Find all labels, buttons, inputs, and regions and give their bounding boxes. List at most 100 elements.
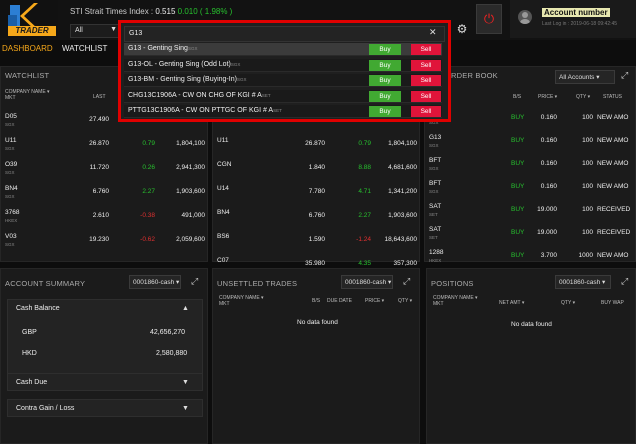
avatar xyxy=(518,10,532,24)
change-percent: -1.24 xyxy=(356,236,371,243)
expand-icon[interactable]: ⤢ xyxy=(621,276,628,287)
volume: 1,903,600 xyxy=(388,212,417,219)
exchange: SGX xyxy=(5,242,15,247)
logout-button[interactable]: ⏻ xyxy=(476,4,502,34)
unsettled-trades-panel: UNSETTLED TRADES 0001860-cash ▾ ⤢ COMPAN… xyxy=(212,268,420,444)
quantity: 100 xyxy=(582,229,593,236)
cash-due-section[interactable]: Cash Due ▼ xyxy=(7,373,203,391)
change-percent: 0.26 xyxy=(142,164,155,171)
expand-icon[interactable]: ⤢ xyxy=(621,70,628,81)
last-price: 27.490 xyxy=(89,116,109,123)
expand-icon[interactable]: ⤢ xyxy=(403,276,410,287)
side: BUY xyxy=(511,229,525,236)
symbol: BS6 xyxy=(217,233,230,240)
result-label: PTTG13C1906A - CW ON PTTGC OF KGI # ASET xyxy=(128,107,282,114)
price: 0.160 xyxy=(540,114,557,121)
search-input[interactable]: G13 xyxy=(124,26,445,42)
buy-button[interactable]: Buy xyxy=(369,59,401,71)
symbol: V03 xyxy=(5,233,17,240)
sell-button[interactable]: Sell xyxy=(411,59,441,71)
quantity: 100 xyxy=(582,137,593,144)
search-result-item[interactable]: G13 - Genting SingSGX Buy Sell xyxy=(124,43,442,56)
sell-button[interactable]: Sell xyxy=(411,44,441,55)
table-row[interactable]: 3768 HKEX 2.610 -0.38 491,000 xyxy=(1,207,209,227)
tab-watchlist[interactable]: WATCHLIST xyxy=(62,44,107,53)
table-row[interactable]: BFT SGX BUY 0.160 100 NEW AMO xyxy=(425,155,636,175)
price: 0.160 xyxy=(540,160,557,167)
cash-due-header: Cash Due xyxy=(16,379,48,386)
change-percent: 4.71 xyxy=(358,188,371,195)
positions-title: POSITIONS xyxy=(431,279,474,288)
buy-button[interactable]: Buy xyxy=(369,44,401,55)
account-select[interactable]: 0001860-cash ▾ xyxy=(129,275,181,289)
buy-button[interactable]: Buy xyxy=(369,106,401,117)
symbol: SAT xyxy=(429,226,442,233)
table-row[interactable]: BN4 SGX 6.760 2.27 1,903,600 xyxy=(1,183,209,203)
gbp-value: 42,656,270 xyxy=(150,329,186,336)
table-row[interactable]: V03 SGX 19.230 -0.62 2,059,600 xyxy=(1,231,209,251)
tab-dashboard[interactable]: DASHBOARD xyxy=(2,44,53,53)
logo-text: TRADER xyxy=(8,26,56,36)
buy-button[interactable]: Buy xyxy=(369,75,401,86)
result-label: G13-BM - Genting Sing (Buying-In)SGX xyxy=(128,76,247,83)
table-row[interactable]: BFT SGX BUY 0.160 100 NEW AMO xyxy=(425,178,636,198)
watchlist-title: WATCHLIST xyxy=(5,71,50,80)
side: BUY xyxy=(511,114,525,121)
table-row[interactable]: U11 26.870 0.79 1,804,100 xyxy=(213,135,421,155)
symbol: D05 xyxy=(5,113,17,120)
chevron-up-icon[interactable]: ▲ xyxy=(182,305,189,312)
close-icon[interactable]: ✕ xyxy=(429,27,437,38)
app-logo[interactable]: TRADER xyxy=(0,0,58,38)
table-row[interactable]: O39 SGX 11.720 0.26 2,941,300 xyxy=(1,159,209,179)
symbol: SAT xyxy=(429,203,442,210)
status: RECEIVED xyxy=(597,206,631,213)
positions-panel: POSITIONS 0001860-cash ▾ ⤢ COMPANY NAME … xyxy=(426,268,636,444)
table-row[interactable]: CGN 1.840 8.88 4,681,600 xyxy=(213,159,421,179)
search-result-item[interactable]: PTTG13C1906A - CW ON PTTGC OF KGI # ASET… xyxy=(124,105,442,118)
table-row[interactable]: SAT SET BUY 19.000 100 RECEIVED xyxy=(425,201,636,221)
volume: 357,300 xyxy=(393,260,418,267)
table-row[interactable]: SAT SET BUY 19.000 100 RECEIVED xyxy=(425,224,636,244)
last-price: 2.610 xyxy=(92,212,109,219)
sell-button[interactable]: Sell xyxy=(411,90,441,102)
table-row[interactable]: U14 7.780 4.71 1,341,200 xyxy=(213,183,421,203)
volume: 491,000 xyxy=(181,212,206,219)
col-buy-wap: BUY WAP xyxy=(601,300,624,306)
search-result-item[interactable]: G13-OL - Genting Sing (Odd Lot)SGX Buy Sel… xyxy=(124,58,442,72)
symbol: BFT xyxy=(429,157,442,164)
table-row[interactable]: BN4 6.760 2.27 1,903,600 xyxy=(213,207,421,227)
col-price: PRICE ▾ xyxy=(538,94,558,100)
exchange: SGX xyxy=(5,146,15,151)
search-result-item[interactable]: CHG13C1906A - CW ON CHG OF KGI # ASET Buy… xyxy=(124,89,442,103)
change-percent: 2.27 xyxy=(358,212,371,219)
gbp-label: GBP xyxy=(22,329,37,336)
table-row[interactable]: 1288 HKEX BUY 3.700 1000 NEW AMO xyxy=(425,247,636,267)
table-row[interactable]: G13SGXBUY0.160100NEW AMO xyxy=(425,132,636,152)
symbol: U11 xyxy=(217,137,229,144)
buy-button[interactable]: Buy xyxy=(369,90,401,102)
table-row[interactable]: BS6 1.590 -1.24 18,643,600 xyxy=(213,231,421,251)
contra-section[interactable]: Contra Gain / Loss ▼ xyxy=(7,399,203,417)
change-percent: -0.62 xyxy=(140,236,155,243)
search-result-item[interactable]: G13-BM - Genting Sing (Buying-In)SGX Buy S… xyxy=(124,74,442,87)
unsettled-title: UNSETTLED TRADES xyxy=(217,279,298,288)
last-price: 6.760 xyxy=(308,212,325,219)
sell-button[interactable]: Sell xyxy=(411,75,441,86)
market-select[interactable]: All ▼ xyxy=(70,24,122,38)
cash-balance-header[interactable]: Cash Balance xyxy=(16,305,60,312)
last-price: 1.590 xyxy=(308,236,325,243)
table-row[interactable]: U11 SGX 26.870 0.79 1,804,100 xyxy=(1,135,209,155)
chevron-down-icon: ▼ xyxy=(182,405,189,412)
expand-icon[interactable]: ⤢ xyxy=(191,276,198,287)
table-row[interactable]: G13SGXBUY0.160100NEW AMO xyxy=(425,109,636,129)
volume: 1,804,100 xyxy=(388,140,417,147)
exchange: SGX xyxy=(5,122,15,127)
sell-button[interactable]: Sell xyxy=(411,106,441,117)
account-select[interactable]: 0001860-cash ▾ xyxy=(341,275,393,289)
exchange: SGX xyxy=(429,143,439,148)
account-select[interactable]: 0001860-cash ▾ xyxy=(555,275,611,289)
account-filter-select[interactable]: All Accounts ▾ xyxy=(555,70,615,84)
gear-icon[interactable]: ⚙ xyxy=(454,22,470,36)
price: 19.000 xyxy=(537,229,557,236)
user-area[interactable]: Account number Last Log in : 2019-06-18 … xyxy=(510,0,636,38)
